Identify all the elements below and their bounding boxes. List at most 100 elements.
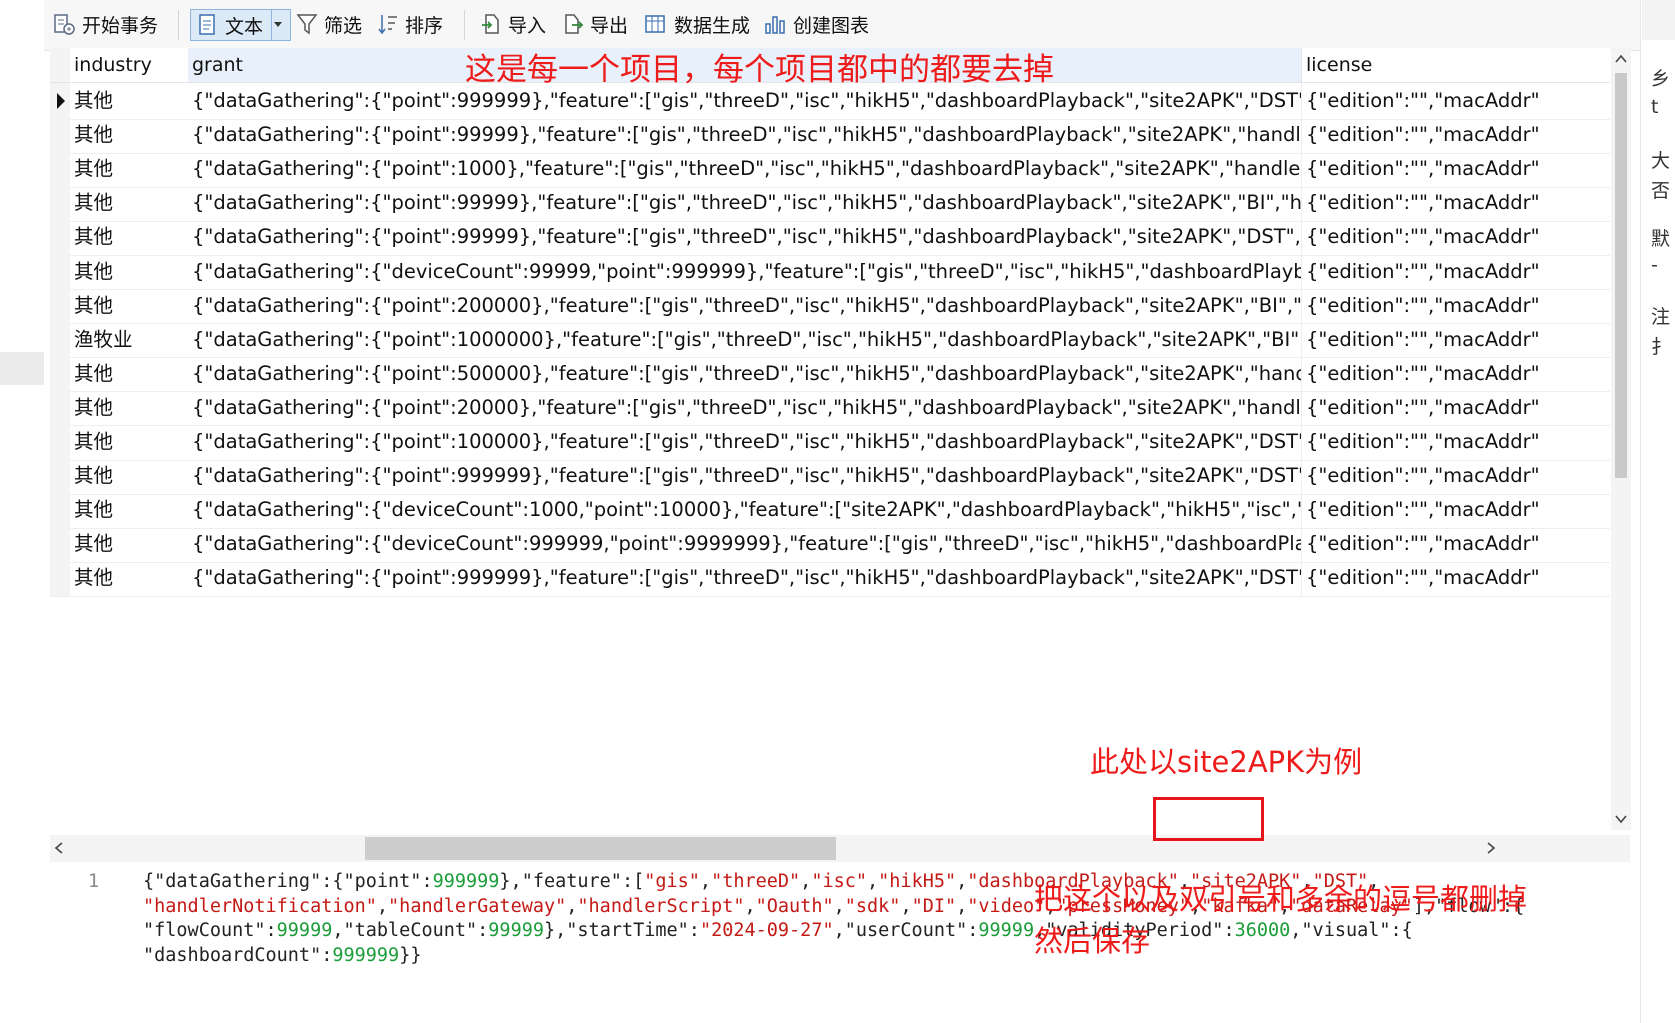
cell-grant[interactable]: {"dataGathering":{"deviceCount":1000,"po… <box>188 492 1301 529</box>
cell-license[interactable]: {"edition":"","macAddr" <box>1301 117 1610 154</box>
cell-license[interactable]: {"edition":"","macAddr" <box>1301 321 1610 359</box>
cell-industry[interactable]: 其他 <box>70 560 188 597</box>
text-view-button[interactable]: 文本 <box>190 9 292 41</box>
table-row[interactable]: 其他 {"dataGathering":{"point":100000},"fea… <box>50 424 1610 461</box>
cell-grant[interactable]: {"dataGathering":{"point":999999},"featu… <box>188 560 1301 597</box>
table-row[interactable]: 其他 {"dataGathering":{"point":1000},"featu… <box>50 151 1610 188</box>
table-row[interactable]: 其他 {"dataGathering":{"deviceCount":1000,"… <box>50 492 1610 529</box>
cell-grant[interactable]: {"dataGathering":{"deviceCount":99999,"p… <box>188 254 1301 290</box>
cell-grant[interactable]: {"dataGathering":{"point":1000},"feature… <box>188 151 1301 188</box>
table-row[interactable]: 其他 {"dataGathering":{"deviceCount":999999… <box>50 526 1610 563</box>
cell-grant[interactable]: {"dataGathering":{"point":99999},"featur… <box>188 219 1301 256</box>
cell-industry[interactable]: 渔牧业 <box>70 322 188 359</box>
cell-license[interactable]: {"edition":"","macAddr" <box>1301 287 1610 325</box>
row-header[interactable] <box>50 219 70 256</box>
code-string-token: "hikH5" <box>878 871 957 892</box>
cell-grant[interactable]: {"dataGathering":{"point":20000},"featur… <box>188 390 1301 427</box>
cell-industry[interactable]: 其他 <box>70 288 188 325</box>
right-panel-text: 乡 <box>1651 68 1671 90</box>
row-header[interactable] <box>50 492 70 529</box>
table-row[interactable]: 其他 {"dataGathering":{"point":200000},"fea… <box>50 287 1610 325</box>
code-string-token: "threeD" <box>711 871 801 892</box>
row-header[interactable] <box>50 185 70 222</box>
table-row[interactable]: 其他 {"dataGathering":{"point":999999},"fea… <box>50 458 1610 495</box>
table-row[interactable]: 其他 {"dataGathering":{"point":99999},"feat… <box>50 117 1610 154</box>
table-row[interactable]: 其他 {"dataGathering":{"point":20000},"feat… <box>50 389 1610 427</box>
sort-button[interactable]: 排序 <box>377 9 443 39</box>
cell-license[interactable]: {"edition":"","macAddr" <box>1301 458 1610 495</box>
table-row[interactable]: 其他 {"dataGathering":{"point":999999},"fea… <box>50 560 1610 597</box>
row-header[interactable] <box>50 83 70 120</box>
data-generation-button[interactable]: 数据生成 <box>644 9 750 39</box>
cell-license[interactable]: {"edition":"","macAddr" <box>1301 526 1610 563</box>
cell-license[interactable]: {"edition":"","macAddr" <box>1301 83 1610 120</box>
table-row[interactable]: 其他 {"dataGathering":{"point":99999},"feat… <box>50 219 1610 256</box>
export-button[interactable]: 导出 <box>562 9 628 39</box>
code-string-token: "handlerScript" <box>577 895 745 917</box>
row-header[interactable] <box>50 117 70 154</box>
cell-grant[interactable]: {"dataGathering":{"point":99999},"featur… <box>188 185 1301 222</box>
table-row[interactable]: 其他 {"dataGathering":{"point":500000},"fea… <box>50 355 1610 393</box>
cell-industry[interactable]: 其他 <box>70 151 188 188</box>
cell-license[interactable]: {"edition":"","macAddr" <box>1301 355 1610 393</box>
scroll-right-arrow-icon[interactable] <box>1486 842 1496 854</box>
cell-industry[interactable]: 其他 <box>70 526 188 563</box>
cell-industry[interactable]: 其他 <box>70 458 188 495</box>
scroll-down-arrow-icon[interactable] <box>1615 814 1627 824</box>
row-header[interactable] <box>50 321 70 359</box>
cell-license[interactable]: {"edition":"","macAddr" <box>1301 560 1610 597</box>
cell-industry[interactable]: 其他 <box>70 185 188 222</box>
cell-industry[interactable]: 其他 <box>70 219 188 256</box>
import-icon <box>482 14 499 34</box>
cell-industry[interactable]: 其他 <box>70 492 188 529</box>
horizontal-scrollbar[interactable] <box>50 835 1630 862</box>
row-header[interactable] <box>50 424 70 461</box>
cell-industry[interactable]: 其他 <box>70 117 188 154</box>
cell-industry[interactable]: 其他 <box>70 83 188 120</box>
cell-industry[interactable]: 其他 <box>70 424 188 461</box>
cell-grant[interactable]: {"dataGathering":{"point":500000},"featu… <box>188 356 1301 393</box>
begin-transaction-button[interactable]: 开始事务 <box>52 9 158 39</box>
import-button[interactable]: 导入 <box>480 9 546 39</box>
column-header-license[interactable]: license <box>1301 48 1610 83</box>
filter-button[interactable]: 筛选 <box>296 9 362 39</box>
cell-industry[interactable]: 其他 <box>70 356 188 393</box>
horizontal-scrollbar-thumb[interactable] <box>365 837 836 860</box>
create-chart-button[interactable]: 创建图表 <box>763 9 869 39</box>
cell-license[interactable]: {"edition":"","macAddr" <box>1301 151 1610 188</box>
table-row[interactable]: 其他 {"dataGathering":{"point":99999},"feat… <box>50 185 1610 222</box>
table-row[interactable]: 其他 {"dataGathering":{"deviceCount":99999,… <box>50 253 1610 290</box>
vertical-scrollbar-thumb[interactable] <box>1615 73 1627 478</box>
row-header[interactable] <box>50 560 70 597</box>
begin-transaction-label: 开始事务 <box>82 14 159 37</box>
row-header[interactable] <box>50 389 70 427</box>
cell-license[interactable]: {"edition":"","macAddr" <box>1301 253 1610 290</box>
cell-grant[interactable]: {"dataGathering":{"point":100000},"featu… <box>188 424 1301 461</box>
cell-license[interactable]: {"edition":"","macAddr" <box>1301 219 1610 256</box>
data-generation-label: 数据生成 <box>674 14 751 37</box>
cell-grant[interactable]: {"dataGathering":{"deviceCount":999999,"… <box>188 526 1301 563</box>
scroll-left-arrow-icon[interactable] <box>54 842 64 854</box>
cell-grant[interactable]: {"dataGathering":{"point":99999},"featur… <box>188 117 1301 154</box>
cell-grant[interactable]: {"dataGathering":{"point":1000000},"feat… <box>188 322 1301 359</box>
row-header[interactable] <box>50 458 70 495</box>
vertical-scrollbar[interactable] <box>1611 48 1631 830</box>
table-row[interactable]: 渔牧业 {"dataGathering":{"point":1000000},"f… <box>50 321 1610 359</box>
row-header[interactable] <box>50 355 70 393</box>
cell-license[interactable]: {"edition":"","macAddr" <box>1301 424 1610 461</box>
cell-grant[interactable]: {"dataGathering":{"point":200000},"featu… <box>188 288 1301 325</box>
row-header[interactable] <box>50 253 70 290</box>
text-view-dropdown[interactable] <box>271 10 290 40</box>
cell-industry[interactable]: 其他 <box>70 390 188 427</box>
cell-grant[interactable]: {"dataGathering":{"point":999999},"featu… <box>188 458 1301 495</box>
cell-license[interactable]: {"edition":"","macAddr" <box>1301 185 1610 222</box>
cell-industry[interactable]: 其他 <box>70 254 188 290</box>
row-header[interactable] <box>50 526 70 563</box>
row-header[interactable] <box>50 287 70 325</box>
scroll-up-arrow-icon[interactable] <box>1615 54 1627 64</box>
left-selection-marker <box>0 352 44 385</box>
cell-license[interactable]: {"edition":"","macAddr" <box>1301 492 1610 529</box>
row-header[interactable] <box>50 151 70 188</box>
column-header-industry[interactable]: industry <box>70 48 188 83</box>
cell-license[interactable]: {"edition":"","macAddr" <box>1301 389 1610 427</box>
